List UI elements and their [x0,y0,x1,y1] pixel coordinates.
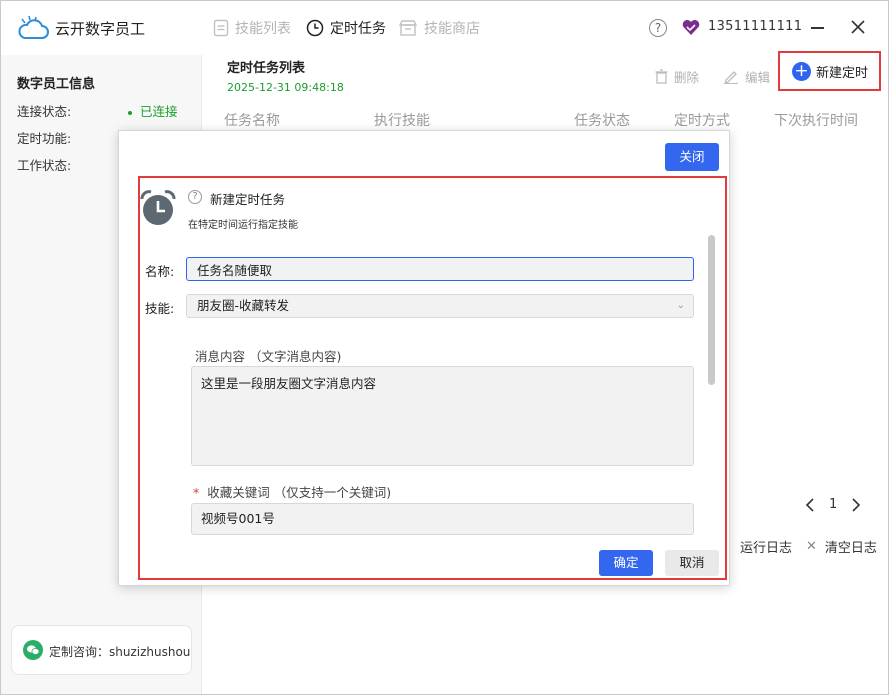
dialog-title: 新建定时任务 [210,192,286,207]
skill-label: 技能: [145,301,175,316]
contact-text: 定制咨询：shuzizhushou [49,645,191,659]
run-log-button[interactable]: 运行日志 [740,537,792,556]
confirm-button[interactable]: 确定 [599,550,653,576]
pencil-icon [724,71,738,84]
message-textarea[interactable]: 这里是一段朋友圈文字消息内容 [191,366,694,466]
delete-label: 删除 [674,70,700,85]
keyword-input[interactable]: 视频号001号 [191,503,694,535]
heart-badge-icon [682,19,700,35]
run-log-label: 运行日志 [740,541,793,556]
tab-scheduled-tasks-label: 定时任务 [330,21,386,37]
chevron-left-icon[interactable] [805,497,815,512]
log-toolbar: 运行日志 ✕ 清空日志 [726,537,877,556]
wechat-icon [23,640,43,660]
clear-log-label: 清空日志 [824,541,877,556]
trash-icon [655,69,668,84]
message-label: 消息内容 （文字消息内容) [195,349,342,364]
help-icon[interactable]: ? [649,19,667,37]
tab-skill-store[interactable]: 技能商店 [398,17,480,39]
delete-button[interactable]: 删除 [655,67,699,86]
plus-icon: + [792,62,811,81]
app-title: 云开数字员工 [55,20,146,38]
col-header-name: 任务名称 [224,113,280,129]
chevron-right-icon[interactable] [851,497,861,512]
page-title: 定时任务列表 [227,61,306,76]
clear-x-icon: ✕ [806,539,817,554]
chevron-down-icon: ⌄ [676,300,685,311]
help-icon[interactable]: ? [188,190,202,204]
cloud-logo-icon [18,15,49,39]
timer-label: 定时功能: [17,131,72,146]
new-schedule-button[interactable]: + 新建定时 [792,62,868,81]
clear-log-button[interactable]: ✕ 清空日志 [806,537,877,556]
clock-icon [306,19,324,37]
tab-scheduled-tasks[interactable]: 定时任务 [306,17,386,39]
user-phone[interactable]: 13511111111 [708,19,802,34]
skill-select-value: 朋友圈-收藏转发 [197,298,290,313]
new-task-dialog: 关闭 ? 新建定时任务 在特定时间运行指定技能 名称: 技能: 朋友圈-收藏转发… [118,130,730,586]
skill-select[interactable]: 朋友圈-收藏转发 ⌄ [186,294,694,318]
keyword-label: * 收藏关键词 （仅支持一个关键词) [193,482,392,501]
col-header-mode: 定时方式 [674,113,730,129]
status-dot-icon [128,110,132,115]
cancel-button[interactable]: 取消 [665,550,719,576]
col-header-next-run: 下次执行时间 [774,113,858,129]
timestamp: 2025-12-31 09:48:18 [227,81,344,94]
keyword-label-text: 收藏关键词 （仅支持一个关键词) [207,485,392,500]
connection-status-text: 已连接 [140,104,178,119]
doc-icon [213,19,229,37]
close-dialog-button[interactable]: 关闭 [665,143,719,171]
connection-label: 连接状态: [17,104,72,119]
col-header-skill: 执行技能 [374,113,430,129]
alarm-clock-icon [140,190,176,225]
store-icon [398,20,418,36]
minimize-icon[interactable] [811,27,824,29]
app-window: 云开数字员工 技能列表 定时任务 技能商店 ? 13511111111 数字员工… [0,0,889,695]
work-status-label: 工作状态: [17,158,72,173]
task-name-input[interactable] [186,257,694,281]
tab-skill-store-label: 技能商店 [424,21,480,37]
dialog-subtitle: 在特定时间运行指定技能 [188,220,298,231]
edit-label: 编辑 [745,70,771,85]
pagination: 1 [805,497,861,512]
required-mark: * [193,485,200,500]
tab-skill-list[interactable]: 技能列表 [213,17,291,39]
new-schedule-label: 新建定时 [816,66,869,81]
dialog-form-highlight: ? 新建定时任务 在特定时间运行指定技能 名称: 技能: 朋友圈-收藏转发 ⌄ … [138,176,727,580]
new-button-highlight: + 新建定时 [778,51,881,91]
page-number[interactable]: 1 [829,497,837,512]
col-header-status: 任务状态 [574,113,630,129]
tab-skill-list-label: 技能列表 [235,21,291,37]
name-label: 名称: [145,264,175,279]
edit-button[interactable]: 编辑 [723,67,770,86]
close-window-icon[interactable] [848,17,868,37]
scrollbar-thumb[interactable] [708,235,715,385]
sidebar-title: 数字员工信息 [17,77,96,92]
contact-card[interactable]: 定制咨询：shuzizhushou [11,625,192,675]
connection-status: 已连接 [128,101,178,120]
